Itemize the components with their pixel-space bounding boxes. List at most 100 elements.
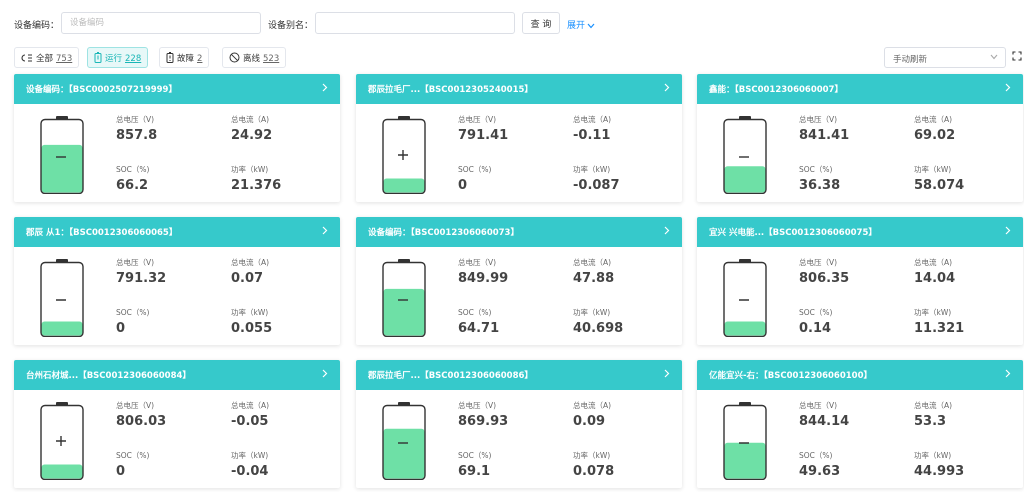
current-label: 总电流（A) [231, 115, 270, 124]
voltage-label: 总电压（V) [116, 115, 155, 124]
power-label: 功率（kW) [573, 165, 611, 174]
device-title: 亿能宜兴-右：【BSC0012306060100】 [709, 371, 873, 381]
device-card[interactable]: 设备编码：【BSC0002507219999】总电压（V) 857.8 总电流（A)… [14, 74, 340, 202]
voltage-value: 791.41 [458, 128, 509, 143]
device-card-header[interactable]: 台州石材城...【BSC0012306060084】 [14, 360, 340, 390]
power-value: 44.993 [914, 464, 965, 479]
soc-value: 0 [458, 178, 468, 193]
power-value: 11.321 [914, 321, 965, 336]
chevron-right-icon[interactable] [1005, 226, 1011, 235]
battery-fill [724, 321, 766, 336]
voltage-label: 总电压（V) [458, 115, 497, 124]
chevron-right-icon[interactable] [1005, 369, 1011, 378]
battery-soc-icon [723, 259, 767, 337]
battery-soc-icon [382, 259, 426, 337]
soc-value: 0 [116, 321, 126, 336]
soc-value: 49.63 [799, 464, 841, 479]
chevron-down-icon [587, 23, 595, 28]
current-label: 总电流（A) [914, 258, 953, 267]
device-card-header[interactable]: 郡辰拉毛厂...【BSC0012305240015】 [356, 74, 682, 104]
device-title: 设备编码：【BSC0012306060073】 [368, 228, 519, 238]
query-button[interactable]: 查 询 [522, 12, 560, 34]
fullscreen-icon[interactable] [1012, 51, 1022, 61]
device-title: 郡辰拉毛厂...【BSC0012305240015】 [368, 85, 533, 95]
voltage-value: 806.35 [799, 271, 850, 286]
all-count: 753 [56, 54, 73, 64]
chevron-right-icon[interactable] [322, 83, 328, 92]
voltage-value: 791.32 [116, 271, 167, 286]
current-value: 0.07 [231, 271, 264, 286]
battery-soc-icon [40, 116, 84, 194]
chevron-right-icon[interactable] [664, 369, 670, 378]
refresh-mode-value: 手动刷新 [893, 55, 928, 65]
chevron-right-icon[interactable] [664, 226, 670, 235]
device-card-header[interactable]: 宜兴 兴电能...【BSC0012306060075】 [697, 217, 1023, 247]
current-label: 总电流（A) [573, 258, 612, 267]
power-value: -0.04 [231, 464, 269, 479]
status-chip-offline[interactable]: 离线 523 [222, 47, 287, 68]
device-title: 设备编码：【BSC0002507219999】 [26, 85, 177, 95]
power-value: 0.078 [573, 464, 615, 479]
battery-soc-icon [382, 116, 426, 194]
device-card-header[interactable]: 设备编码：【BSC0002507219999】 [14, 74, 340, 104]
device-card-header[interactable]: 鑫能：【BSC0012306060007】 [697, 74, 1023, 104]
device-card-header[interactable]: 设备编码：【BSC0012306060073】 [356, 217, 682, 247]
status-chip-running[interactable]: 运行 228 [87, 47, 149, 68]
expand-link[interactable]: 展开 [567, 18, 595, 31]
battery-soc-icon [382, 402, 426, 480]
voltage-label: 总电压（V) [799, 115, 838, 124]
running-count: 228 [125, 54, 142, 64]
device-card-header[interactable]: 亿能宜兴-右：【BSC0012306060100】 [697, 360, 1023, 390]
device-card[interactable]: 台州石材城...【BSC0012306060084】 总电压（V) 806.03 总电… [14, 360, 340, 488]
device-alias-input[interactable] [315, 12, 515, 34]
device-card-header[interactable]: 郡辰 从1：【BSC0012306060065】 [14, 217, 340, 247]
voltage-value: 806.03 [116, 414, 167, 429]
device-card-header[interactable]: 郡辰拉毛厂...【BSC0012306060086】 [356, 360, 682, 390]
offline-label: 离线 [243, 54, 261, 64]
device-card[interactable]: 亿能宜兴-右：【BSC0012306060100】 总电压（V) 844.14 总电流… [697, 360, 1023, 488]
status-chip-fault[interactable]: 故障 2 [159, 47, 210, 68]
soc-label: SOC（%) [116, 451, 150, 460]
device-card[interactable]: 设备编码：【BSC0012306060073】 总电压（V) 849.99 总电流（A… [356, 217, 682, 345]
offline-count: 523 [263, 54, 280, 64]
soc-value: 0 [116, 464, 126, 479]
status-chip-all[interactable]: 全部 753 [14, 47, 80, 68]
current-label: 总电流（A) [231, 401, 270, 410]
chevron-right-icon[interactable] [322, 226, 328, 235]
soc-label: SOC（%) [799, 165, 833, 174]
soc-value: 36.38 [799, 178, 841, 193]
power-label: 功率（kW) [914, 165, 952, 174]
power-label: 功率（kW) [231, 308, 269, 317]
soc-value: 66.2 [116, 178, 149, 193]
soc-label: SOC（%) [799, 451, 833, 460]
device-title: 台州石材城...【BSC0012306060084】 [26, 371, 191, 381]
device-title: 郡辰 从1：【BSC0012306060065】 [26, 228, 178, 238]
device-card[interactable]: 宜兴 兴电能...【BSC0012306060075】总电压（V) 806.35 总… [697, 217, 1023, 345]
chevron-right-icon[interactable] [664, 83, 670, 92]
power-label: 功率（kW) [914, 308, 952, 317]
device-title: 鑫能：【BSC0012306060007】 [709, 85, 843, 95]
soc-label: SOC（%) [799, 308, 833, 317]
current-value: 47.88 [573, 271, 615, 286]
device-card[interactable]: 郡辰 从1：【BSC0012306060065】 总电压（V) 791.32 总电流（… [14, 217, 340, 345]
chevron-right-icon[interactable] [322, 369, 328, 378]
voltage-value: 857.8 [116, 128, 158, 143]
device-card[interactable]: 郡辰拉毛厂...【BSC0012305240015】总电压（V) 791.41 总电… [356, 74, 682, 202]
voltage-label: 总电压（V) [458, 401, 497, 410]
current-value: 0.09 [573, 414, 606, 429]
current-label: 总电流（A) [573, 115, 612, 124]
device-code-input[interactable] [61, 12, 261, 34]
device-card[interactable]: 鑫能：【BSC0012306060007】 总电压（V) 841.41 总电流（A) 6… [697, 74, 1023, 202]
running-label: 运行 [105, 54, 123, 64]
device-title: 宜兴 兴电能...【BSC0012306060075】 [709, 228, 877, 238]
battery-fill [724, 442, 766, 479]
soc-label: SOC（%) [458, 165, 492, 174]
device-card[interactable]: 郡辰拉毛厂...【BSC0012306060086】 总电压（V) 869.93 总电… [356, 360, 682, 488]
chevron-down-icon [990, 54, 998, 60]
soc-label: SOC（%) [458, 451, 492, 460]
chevron-right-icon[interactable] [1005, 83, 1011, 92]
soc-value: 0.14 [799, 321, 832, 336]
refresh-mode-select[interactable]: 手动刷新 [884, 47, 1006, 68]
voltage-label: 总电压（V) [799, 258, 838, 267]
voltage-label: 总电压（V) [799, 401, 838, 410]
